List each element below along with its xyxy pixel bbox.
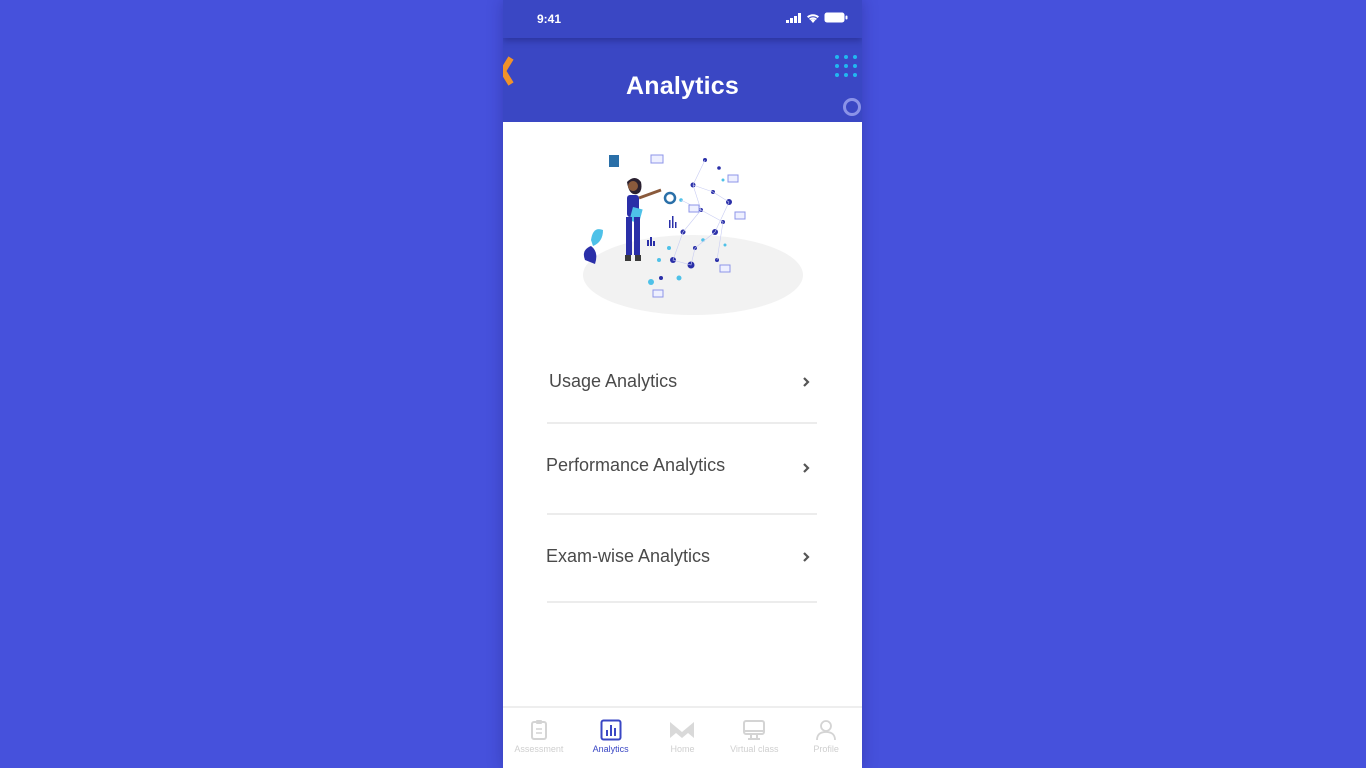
chevron-right-icon: [803, 377, 810, 387]
tab-label: Virtual class: [730, 744, 779, 754]
phone-screen: 9:41 Analytics Usage Analytics Performan…: [503, 0, 862, 768]
tab-label: Profile: [813, 744, 839, 754]
tab-profile[interactable]: Profile: [791, 708, 861, 754]
page-title: Analytics: [626, 72, 739, 100]
analytics-menu: Usage Analytics Performance Analytics Ex…: [546, 338, 817, 603]
status-icons: [786, 12, 848, 23]
status-time: 9:41: [537, 12, 562, 26]
chevron-right-icon: [803, 463, 810, 473]
menu-item-label: Exam-wise Analytics: [546, 546, 711, 566]
tab-assessment[interactable]: Assessment: [504, 708, 574, 754]
tab-label: Analytics: [592, 744, 629, 754]
chevron-right-icon: [803, 552, 810, 562]
menu-item-label: Performance Analytics: [546, 455, 726, 475]
dots-decoration-icon: [835, 55, 857, 77]
home-logo-icon: [670, 722, 695, 738]
menu-item-usage-analytics[interactable]: Usage Analytics: [547, 338, 817, 424]
menu-item-exam-wise-analytics[interactable]: Exam-wise Analytics: [546, 515, 817, 603]
bottom-tab-bar: Assessment Analytics Home Virtual class: [503, 706, 862, 768]
tab-label: Assessment: [514, 744, 564, 754]
ring-decoration-icon: [843, 98, 861, 116]
menu-item-performance-analytics[interactable]: Performance Analytics: [546, 424, 817, 515]
analytics-illustration: [583, 154, 803, 315]
signal-icon: [786, 12, 801, 23]
tab-home[interactable]: Home: [647, 708, 717, 754]
header: Analytics: [503, 38, 862, 122]
tab-label: Home: [670, 744, 695, 754]
user-icon: [816, 720, 836, 741]
tab-virtual-class[interactable]: Virtual class: [719, 708, 789, 754]
clipboard-icon: [530, 720, 547, 740]
tab-analytics[interactable]: Analytics: [576, 708, 646, 754]
status-bar: 9:41: [503, 0, 862, 38]
menu-item-label: Usage Analytics: [549, 371, 678, 391]
monitor-icon: [743, 720, 766, 740]
battery-icon: [824, 12, 848, 23]
wifi-icon: [807, 13, 819, 23]
bar-chart-icon: [600, 719, 622, 741]
